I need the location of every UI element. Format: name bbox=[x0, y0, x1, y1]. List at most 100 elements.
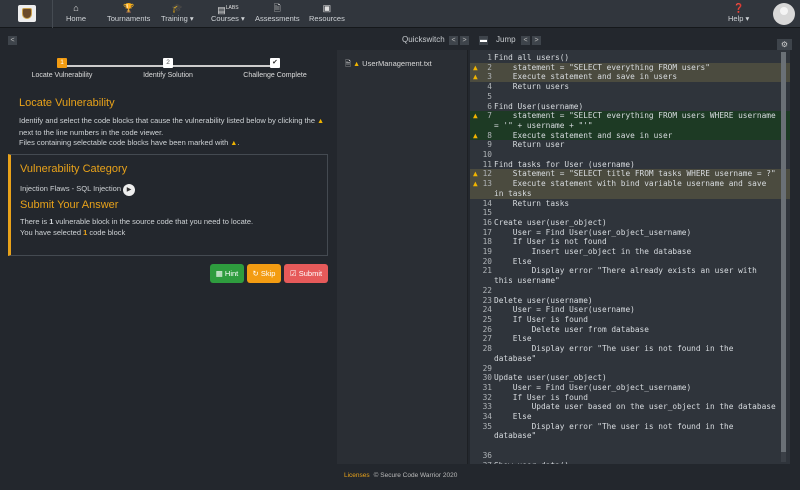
code-text: Execute statement with bind variable use… bbox=[494, 179, 790, 198]
line-number-text: 2 bbox=[487, 63, 492, 72]
settings-gear-icon[interactable]: ⚙ bbox=[777, 39, 792, 50]
line-number-text: 14 bbox=[483, 199, 492, 208]
nav-label: Courses ▾ bbox=[211, 14, 245, 23]
code-line: 19 Insert user_object in the database bbox=[470, 247, 790, 257]
quickswitch-next-button[interactable]: > bbox=[460, 36, 469, 45]
code-line: 5 bbox=[470, 92, 790, 102]
line-number-text: 1 bbox=[487, 53, 492, 62]
code-line[interactable]: ▲ 8 Execute statement and save in user bbox=[470, 131, 790, 141]
check-icon: ✔ bbox=[270, 58, 280, 68]
line-number-text: 12 bbox=[483, 169, 492, 178]
collapse-panel-button[interactable]: < bbox=[8, 36, 17, 45]
window-icon[interactable]: ▬ bbox=[479, 36, 488, 45]
logo[interactable] bbox=[18, 5, 36, 22]
line-number-text: 27 bbox=[483, 334, 492, 343]
line-number-text: 24 bbox=[483, 305, 492, 314]
jump-prev-button[interactable]: < bbox=[521, 36, 530, 45]
section-title: Locate Vulnerability bbox=[19, 97, 331, 109]
help-menu[interactable]: ❓Help ▾ bbox=[728, 3, 749, 23]
line-number: ▲2 bbox=[470, 63, 494, 73]
instruction-text: next to the line numbers in the code vie… bbox=[19, 128, 163, 137]
code-text: Insert user_object in the database bbox=[494, 247, 790, 257]
code-scrollbar[interactable] bbox=[781, 52, 786, 462]
code-line: 6Find User(username) bbox=[470, 102, 790, 112]
code-text: Execute statement and save in user bbox=[494, 131, 790, 141]
line-number: 1 bbox=[470, 53, 494, 63]
line-number-text: 6 bbox=[487, 102, 492, 111]
code-line: 9 Return user bbox=[470, 140, 790, 150]
code-line: 11Find tasks for User (username) bbox=[470, 160, 790, 170]
line-number: 36 bbox=[470, 451, 494, 461]
avatar[interactable] bbox=[773, 3, 795, 25]
divider bbox=[52, 0, 53, 28]
code-text: Else bbox=[494, 257, 790, 267]
warning-icon[interactable]: ▲ bbox=[473, 111, 478, 121]
line-number: ▲3 bbox=[470, 72, 494, 82]
step-number: 2 bbox=[163, 58, 173, 68]
warning-icon[interactable]: ▲ bbox=[473, 131, 478, 141]
code-text: Return user bbox=[494, 140, 790, 150]
line-number: ▲ 12 bbox=[470, 169, 494, 179]
submit-button[interactable]: ☑ Submit bbox=[284, 264, 328, 283]
file-name: UserManagement.txt bbox=[362, 59, 432, 68]
line-number: 16 bbox=[470, 218, 494, 228]
code-line: 28 Display error "The user is not found … bbox=[470, 344, 790, 363]
warning-icon[interactable]: ▲ bbox=[473, 169, 478, 179]
line-number-text: 10 bbox=[483, 150, 492, 159]
nav-item-resources[interactable]: ▣Resources bbox=[309, 3, 345, 23]
code-line[interactable]: ▲2 statement = "SELECT everything FROM u… bbox=[470, 63, 790, 73]
nav-item-tournaments[interactable]: 🏆Tournaments bbox=[107, 3, 150, 23]
home-icon: ⌂ bbox=[66, 3, 86, 14]
instruction-text: Identify and select the code blocks that… bbox=[19, 116, 315, 125]
step-label: Challenge Complete bbox=[243, 72, 306, 79]
line-number: 15 bbox=[470, 208, 494, 218]
line-number-text: 32 bbox=[483, 393, 492, 402]
period: . bbox=[237, 138, 239, 147]
step-complete: ✔ Challenge Complete bbox=[225, 58, 325, 79]
nav-item-training[interactable]: 🎓Training ▾ bbox=[161, 3, 194, 23]
line-number-text: 36 bbox=[483, 451, 492, 460]
jump-label: Jump bbox=[496, 35, 516, 44]
code-line: 16Create user(user_object) bbox=[470, 218, 790, 228]
licenses-link[interactable]: Licenses bbox=[344, 472, 370, 479]
code-line[interactable]: ▲13 Execute statement with bind variable… bbox=[470, 179, 790, 198]
code-line[interactable]: ▲12 Statement = "SELECT title FROM tasks… bbox=[470, 169, 790, 179]
line-number: 37 bbox=[470, 461, 494, 464]
line-number: 35 bbox=[470, 422, 494, 441]
skip-button[interactable]: ↻ Skip bbox=[247, 264, 281, 283]
code-text: If User is found bbox=[494, 315, 790, 325]
line-number-text: 33 bbox=[483, 402, 492, 411]
code-text: Find tasks for User (username) bbox=[494, 160, 790, 170]
line-number: 21 bbox=[470, 266, 494, 285]
nav-item-home[interactable]: ⌂Home bbox=[66, 3, 86, 23]
nav-item-courses[interactable]: ▤LABSCourses ▾ bbox=[211, 3, 245, 23]
warning-icon[interactable]: ▲ bbox=[473, 72, 478, 82]
code-text: Display error "There already exists an u… bbox=[494, 266, 790, 285]
step-label: Identify Solution bbox=[143, 72, 193, 79]
file-item[interactable]: 🗎 ▲ UserManagement.txt bbox=[345, 58, 432, 71]
line-number-text: 28 bbox=[483, 344, 492, 353]
category-name: Injection Flaws - SQL Injection bbox=[20, 184, 121, 193]
warning-icon[interactable]: ▲ bbox=[473, 63, 478, 73]
nav-item-assessments[interactable]: 🗎Assessments bbox=[255, 3, 300, 23]
line-number: 11 bbox=[470, 160, 494, 170]
warning-icon: ▲ bbox=[353, 61, 360, 68]
play-video-icon[interactable]: ▶ bbox=[123, 184, 135, 196]
instruction-text: Files containing selectable code blocks … bbox=[19, 138, 228, 147]
warning-icon[interactable]: ▲ bbox=[473, 179, 478, 189]
monitor-icon: ▣ bbox=[309, 3, 345, 14]
code-text: Else bbox=[494, 412, 790, 422]
book-icon: ▤LABS bbox=[211, 3, 245, 14]
status-text: code block bbox=[89, 228, 125, 237]
code-line[interactable]: ▲3 Execute statement and save in users bbox=[470, 72, 790, 82]
jump-next-button[interactable]: > bbox=[532, 36, 541, 45]
line-number-text: 37 bbox=[483, 461, 492, 464]
code-text bbox=[494, 150, 790, 160]
code-text: Else bbox=[494, 334, 790, 344]
line-number: 27 bbox=[470, 334, 494, 344]
quickswitch-prev-button[interactable]: < bbox=[449, 36, 458, 45]
nav-label: Tournaments bbox=[107, 14, 150, 23]
line-number-text: 8 bbox=[487, 131, 492, 140]
hint-button[interactable]: ▦ Hint bbox=[210, 264, 244, 283]
code-line[interactable]: ▲7 statement = "SELECT everything FROM u… bbox=[470, 111, 790, 130]
